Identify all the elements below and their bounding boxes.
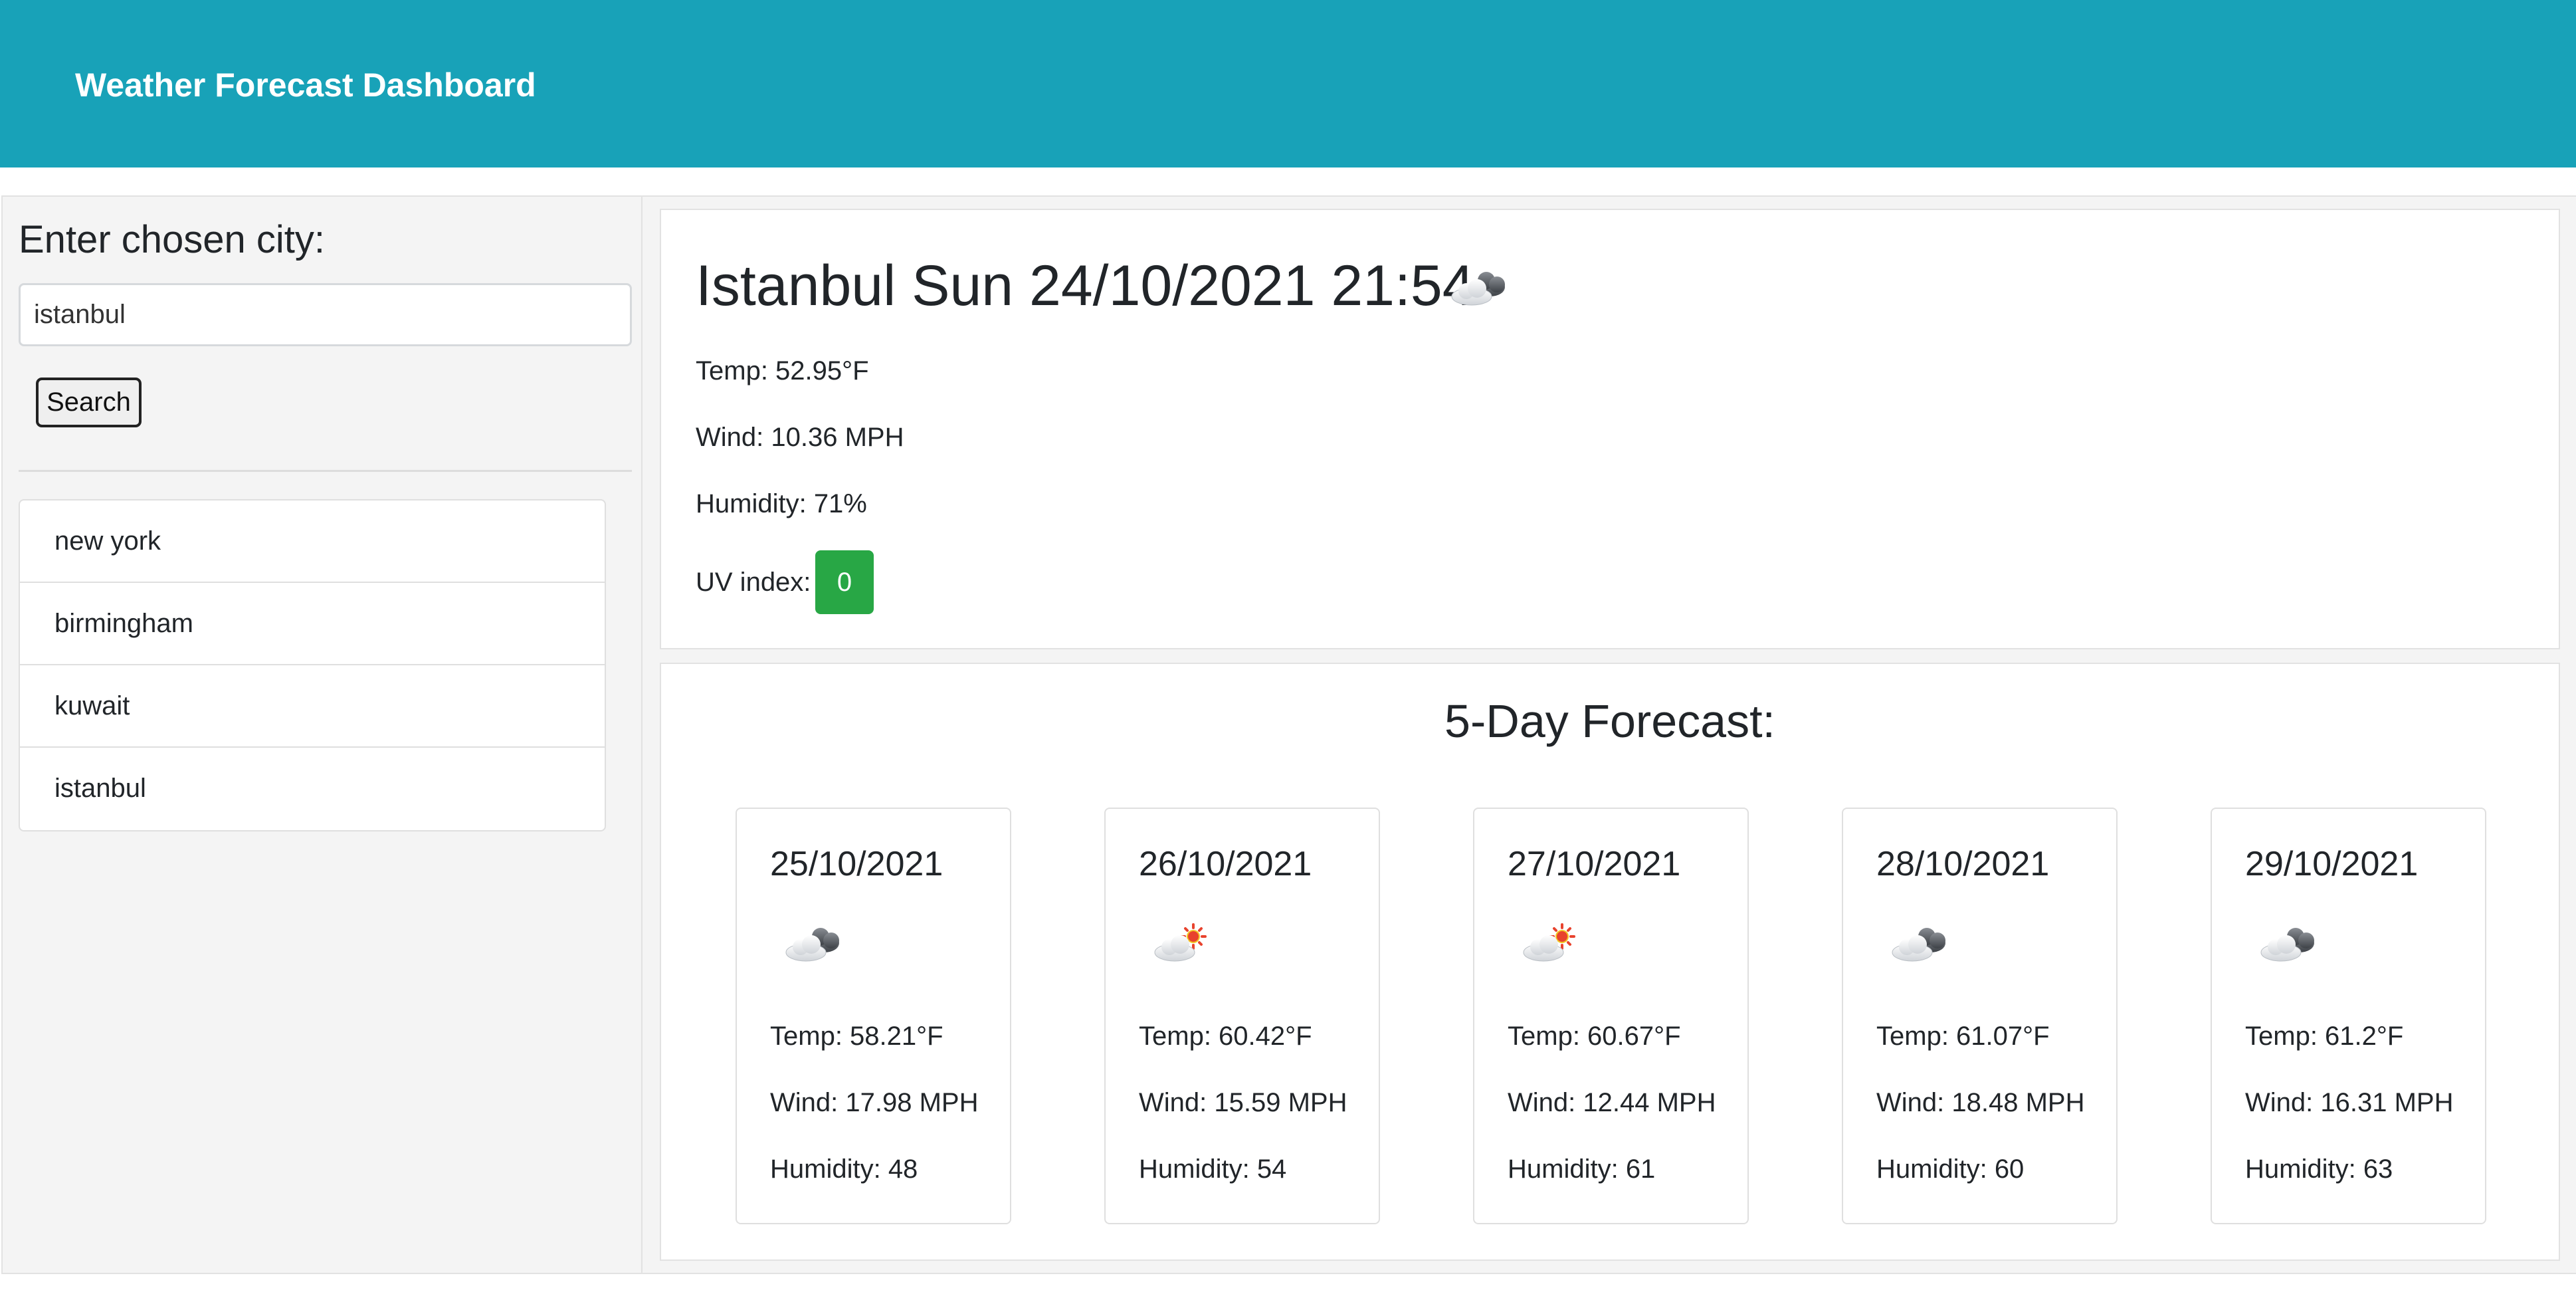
search-sidebar: Enter chosen city: Search new york birmi… — [1, 195, 643, 1274]
forecast-card: 26/10/2021 Temp: 60.42°F Wind: 15.59 MPH… — [1104, 808, 1380, 1224]
cloudy-icon — [777, 915, 850, 975]
forecast-panel: 5-Day Forecast: 25/10/2021 Temp: 58.21°F… — [660, 663, 2560, 1261]
history-item-new-york[interactable]: new york — [20, 500, 605, 583]
forecast-card: 27/10/2021 Temp: 60.67°F Wind: 12.44 MPH… — [1473, 808, 1749, 1224]
city-input-label: Enter chosen city: — [19, 218, 325, 261]
forecast-temp: Temp: 61.2°F — [2245, 1022, 2404, 1051]
forecast-humidity: Humidity: 63 — [2245, 1154, 2393, 1184]
forecast-wind: Wind: 12.44 MPH — [1508, 1088, 1716, 1117]
history-item-istanbul[interactable]: istanbul — [20, 748, 605, 830]
forecast-card: 29/10/2021 Temp: 61.2°F Wind: 16.31 MPH … — [2211, 808, 2486, 1224]
partly-sunny-icon — [1514, 915, 1587, 975]
cloudy-icon — [1442, 259, 1516, 319]
forecast-temp: Temp: 58.21°F — [770, 1022, 943, 1051]
forecast-date: 28/10/2021 — [1876, 845, 2050, 883]
forecast-card: 25/10/2021 Temp: 58.21°F Wind: 17.98 MPH… — [736, 808, 1011, 1224]
current-humidity: Humidity: 71% — [696, 489, 867, 518]
forecast-heading: 5-Day Forecast: — [1444, 695, 1775, 747]
forecast-humidity: Humidity: 48 — [770, 1154, 918, 1184]
forecast-date: 29/10/2021 — [2245, 845, 2419, 883]
cloudy-icon — [1883, 915, 1956, 975]
forecast-humidity: Humidity: 60 — [1876, 1154, 2025, 1184]
city-search-input[interactable] — [19, 283, 632, 346]
app-title: Weather Forecast Dashboard — [75, 66, 536, 104]
history-item-birmingham[interactable]: birmingham — [20, 583, 605, 665]
forecast-date: 27/10/2021 — [1508, 845, 1681, 883]
search-button[interactable]: Search — [36, 378, 142, 427]
current-wind: Wind: 10.36 MPH — [696, 423, 904, 452]
forecast-temp: Temp: 60.67°F — [1508, 1022, 1681, 1051]
app-header: Weather Forecast Dashboard — [0, 0, 2576, 167]
forecast-humidity: Humidity: 54 — [1139, 1154, 1287, 1184]
forecast-temp: Temp: 61.07°F — [1876, 1022, 2050, 1051]
current-temp: Temp: 52.95°F — [696, 356, 869, 385]
forecast-wind: Wind: 15.59 MPH — [1139, 1088, 1347, 1117]
forecast-humidity: Humidity: 61 — [1508, 1154, 1656, 1184]
current-city-title: Istanbul Sun 24/10/2021 21:54 — [696, 254, 1474, 318]
forecast-card: 28/10/2021 Temp: 61.07°F Wind: 18.48 MPH… — [1842, 808, 2118, 1224]
cloudy-icon — [2252, 915, 2325, 975]
uv-index-badge: 0 — [815, 550, 874, 614]
forecast-wind: Wind: 18.48 MPH — [1876, 1088, 2085, 1117]
uv-index-label: UV index: — [696, 568, 811, 597]
forecast-wind: Wind: 17.98 MPH — [770, 1088, 979, 1117]
forecast-wind: Wind: 16.31 MPH — [2245, 1088, 2454, 1117]
forecast-date: 26/10/2021 — [1139, 845, 1312, 883]
forecast-temp: Temp: 60.42°F — [1139, 1022, 1312, 1051]
partly-sunny-icon — [1145, 915, 1219, 975]
sidebar-divider — [19, 470, 632, 472]
current-weather-card: Istanbul Sun 24/10/2021 21:54 Temp: 52.9… — [660, 209, 2560, 649]
forecast-date: 25/10/2021 — [770, 845, 943, 883]
search-history-list: new york birmingham kuwait istanbul — [19, 499, 606, 831]
history-item-kuwait[interactable]: kuwait — [20, 665, 605, 748]
